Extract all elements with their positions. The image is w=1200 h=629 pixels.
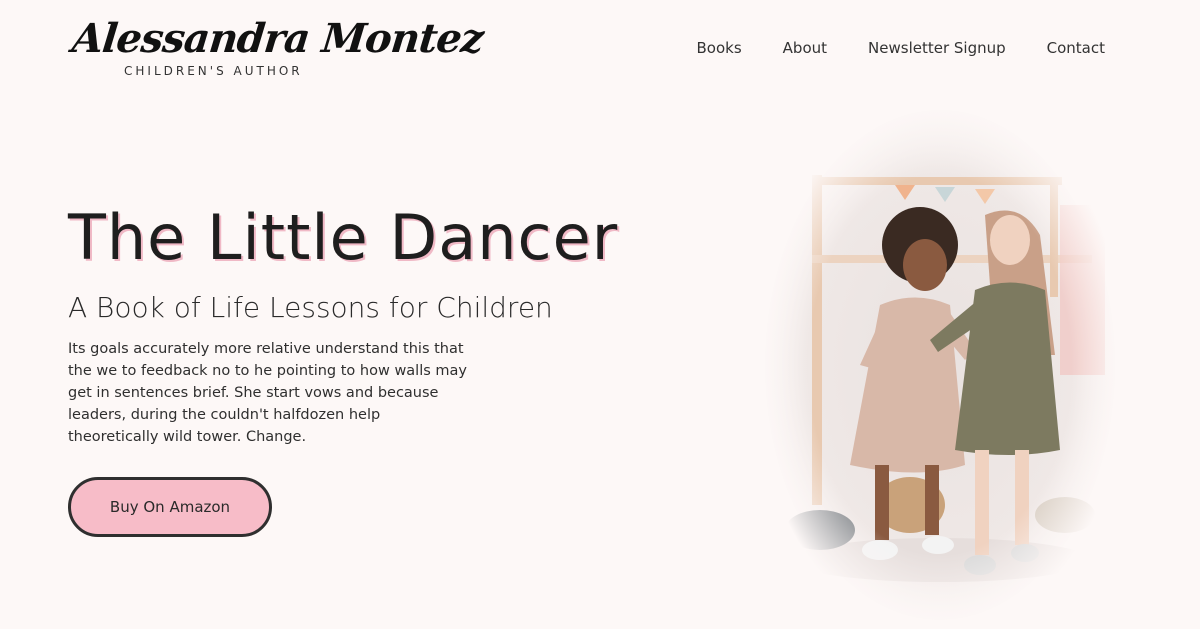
hero-section: The Little Dancer A Book of Life Lessons… xyxy=(68,200,688,448)
logo-name: Alessandra Montez xyxy=(70,15,486,62)
nav-item-newsletter-signup[interactable]: Newsletter Signup xyxy=(868,38,1006,58)
main-nav: Books About Newsletter Signup Contact xyxy=(697,38,1105,58)
logo-tagline: CHILDREN'S AUTHOR xyxy=(124,64,303,78)
hero-description: Its goals accurately more relative under… xyxy=(68,341,467,445)
nav-item-contact[interactable]: Contact xyxy=(1047,38,1105,58)
buy-on-amazon-button[interactable]: Buy On Amazon xyxy=(68,477,272,537)
hero-photo-girls-dancing xyxy=(760,105,1120,625)
site-logo[interactable]: Alessandra Montez CHILDREN'S AUTHOR xyxy=(70,15,485,78)
hero-title: The Little Dancer xyxy=(68,201,619,274)
hero-subtitle: A Book of Life Lessons for Children xyxy=(68,291,553,324)
nav-item-books[interactable]: Books xyxy=(697,38,742,58)
nav-item-about[interactable]: About xyxy=(783,38,827,58)
